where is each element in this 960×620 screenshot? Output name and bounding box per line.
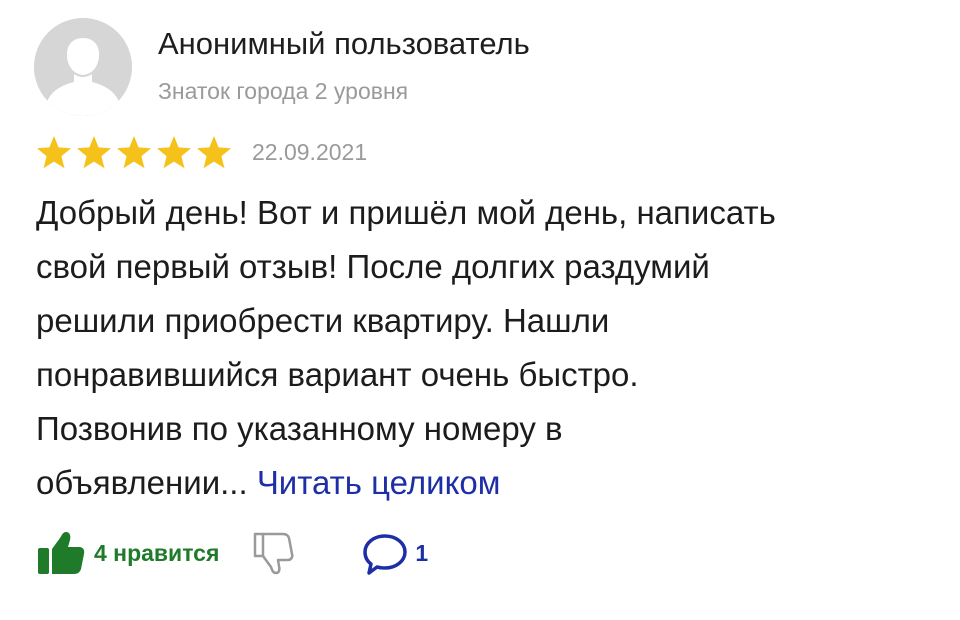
review-text-line: Позвонив по указанному номеру в [36, 410, 563, 447]
star-icon [156, 135, 192, 169]
review-card: Анонимный пользователь Знаток города 2 у… [0, 0, 960, 620]
star-icon [36, 135, 72, 169]
comment-count: 1 [415, 539, 429, 566]
rating-row: 22.09.2021 [36, 130, 367, 174]
author-level: Знаток города 2 уровня [158, 78, 409, 104]
read-more-link[interactable]: Читать целиком [257, 464, 501, 501]
review-text: Добрый день! Вот и пришёл мой день, напи… [36, 186, 936, 510]
review-text-line: объявлении... [36, 464, 248, 501]
review-text-last-line: объявлении... Читать целиком [36, 456, 936, 510]
star-rating [36, 135, 232, 169]
speech-bubble-icon [363, 534, 408, 575]
review-date: 22.09.2021 [252, 138, 368, 165]
dislike-button[interactable] [251, 530, 297, 576]
author-name[interactable]: Анонимный пользователь [158, 24, 530, 64]
review-text-line: Добрый день! Вот и пришёл мой день, напи… [36, 194, 776, 231]
like-count: 4 нравится [94, 539, 220, 566]
comments-button[interactable]: 1 [361, 530, 428, 576]
star-icon [196, 135, 232, 169]
review-actions: 4 нравится 1 [36, 526, 428, 580]
star-icon [76, 135, 112, 169]
user-silhouette-icon [34, 18, 132, 116]
star-icon [116, 135, 152, 169]
review-text-line: решили приобрести квартиру. Нашли [36, 302, 610, 339]
review-text-line: понравившийся вариант очень быстро. [36, 356, 639, 393]
review-text-line: свой первый отзыв! После долгих раздумий [36, 248, 710, 285]
like-button[interactable]: 4 нравится [36, 530, 219, 576]
thumbs-down-icon [254, 532, 294, 575]
avatar[interactable] [34, 18, 132, 116]
thumbs-up-icon [38, 532, 85, 574]
